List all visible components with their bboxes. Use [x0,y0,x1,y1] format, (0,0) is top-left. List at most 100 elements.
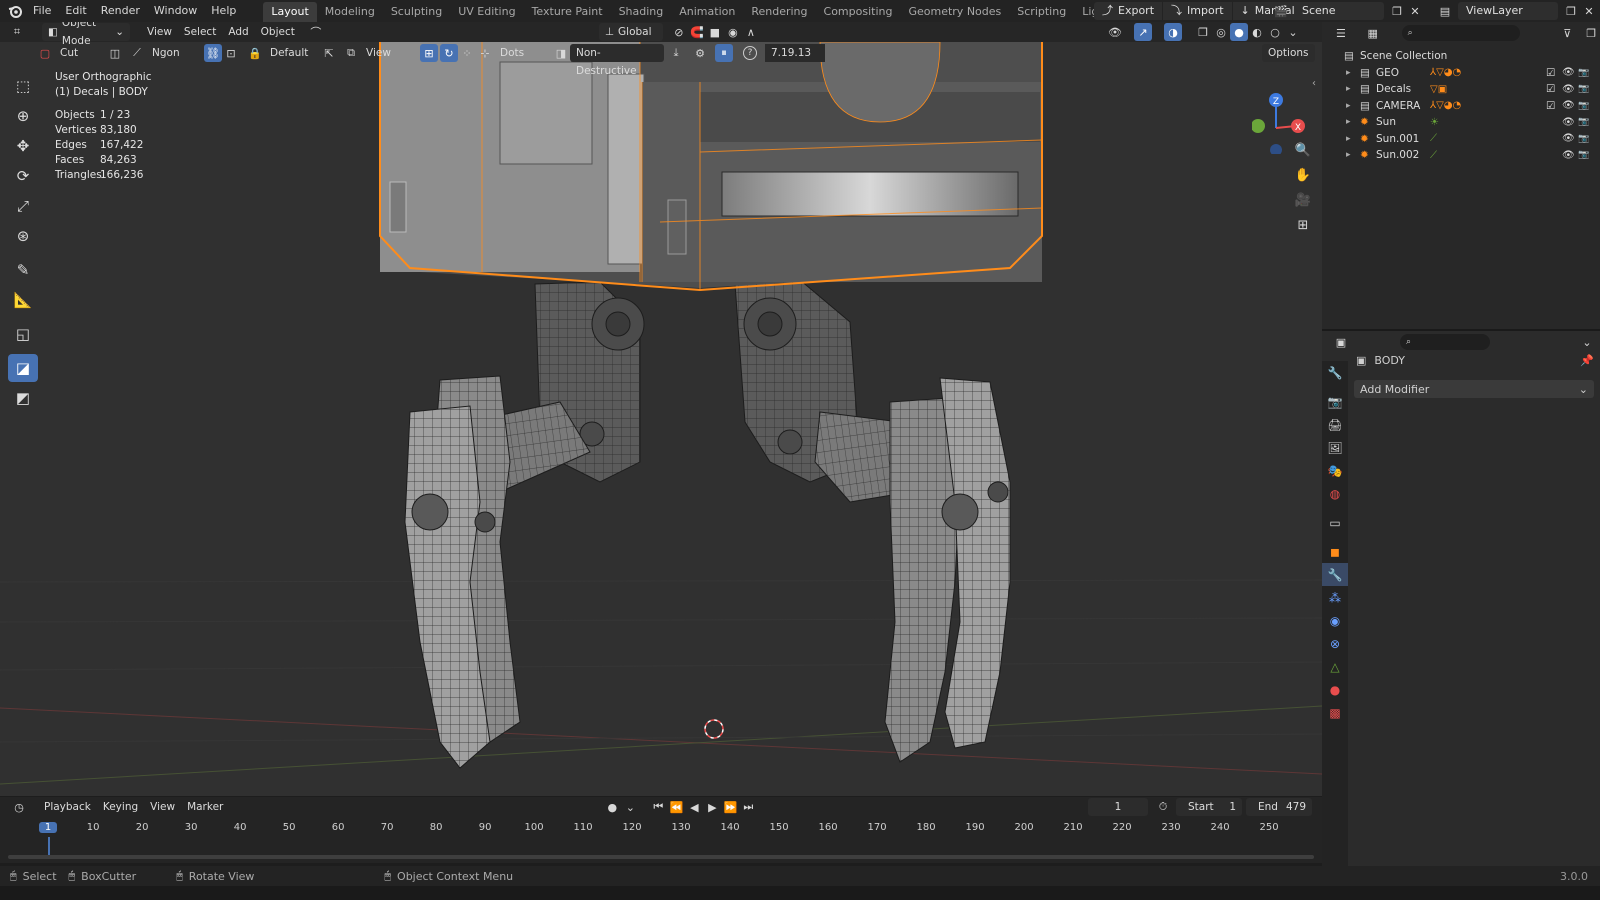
properties-search-input[interactable]: ⌕ [1400,334,1490,350]
camera-render-icon[interactable]: 📷 [1578,134,1589,144]
link-icon[interactable]: ⛓ [204,44,222,62]
measure-tool-icon[interactable]: 📐 [8,286,38,314]
menu-edit[interactable]: Edit [58,0,93,22]
scene-name-field[interactable]: Scene [1294,2,1384,20]
overlay-toggle-icon[interactable]: ◑ [1164,23,1182,41]
menu-help[interactable]: Help [204,0,243,22]
boxcutter-tool-button-icon[interactable]: ◪ [8,354,38,382]
gizmo-toggle-icon[interactable]: ↗ [1134,23,1152,41]
toolbar-options-icon[interactable]: ⌒ [307,23,325,41]
workspace-tab-modeling[interactable]: Modeling [317,2,383,22]
workspace-tab-compositing[interactable]: Compositing [816,2,901,22]
remove-view-layer-icon[interactable]: ✕ [1580,2,1598,20]
constraints-tab-icon[interactable]: ⊗ [1322,632,1348,655]
select-box-icon[interactable]: ⬚ [8,72,38,100]
camera-render-icon[interactable]: 📷 [1578,68,1589,78]
timeline-menu-keying[interactable]: Keying [97,798,144,816]
help-icon[interactable]: ? [743,46,757,60]
viewport-menu-view[interactable]: View [141,23,178,41]
eye-icon[interactable]: 👁 [1562,150,1575,161]
timeline-menu-marker[interactable]: Marker [181,798,229,816]
add-modifier-dropdown[interactable]: Add Modifier ⌄ [1354,380,1594,398]
cursor-icon[interactable]: ⇱ [320,44,338,62]
eye-icon[interactable]: 👁 [1562,100,1575,111]
hardops-tool-icon[interactable]: ◩ [8,384,38,412]
snap-label[interactable]: Dots [494,44,552,62]
next-keyframe-icon[interactable]: ⏩ [721,798,739,816]
snap-icon[interactable]: 🧲 [688,23,706,41]
eye-icon[interactable]: 👁 [1562,117,1575,128]
perspective-grid-icon[interactable]: ⊞ [1291,213,1315,237]
move-tool-icon[interactable]: ✥ [8,132,38,160]
view-label[interactable]: View [360,44,420,62]
camera-render-icon[interactable]: 📷 [1578,84,1589,94]
object-tab-icon[interactable]: ◼ [1322,540,1348,563]
expand-arrow-icon[interactable]: ▸ [1346,134,1351,144]
workspace-tab-scripting[interactable]: Scripting [1009,2,1074,22]
stopwatch-icon[interactable]: ⏱ [1154,798,1172,816]
camera-render-icon[interactable]: 📷 [1578,117,1589,127]
new-collection-icon[interactable]: ❐ [1582,24,1600,42]
workspace-tab-animation[interactable]: Animation [671,2,743,22]
mode-toggle-icon[interactable]: ◨ [552,44,570,62]
remove-scene-icon[interactable]: ✕ [1406,2,1424,20]
jump-start-icon[interactable]: ⏮ [649,798,667,816]
timeline-ruler[interactable]: 1 10 20 30 40 50 60 70 80 90 100 110 120 130 140 150 160… [0,819,1322,855]
view-layer-icon[interactable]: ▤ [1436,2,1454,20]
outliner-item-decals[interactable]: ▸ ▤ Decals ▽▣ ☑ 👁 📷 [1322,81,1600,98]
import-button[interactable]: ⤵ Import [1163,2,1232,20]
expand-arrow-icon[interactable]: ▸ [1346,84,1351,94]
material-shading-icon[interactable]: ◐ [1248,23,1266,41]
playhead-line[interactable] [48,837,50,855]
preset-label[interactable]: Default [264,44,320,62]
snap-target-icon[interactable]: ■ [706,23,724,41]
timeline-menu-view[interactable]: View [144,798,181,816]
properties-editor-icon[interactable]: ▣ [1332,333,1350,351]
camera-render-icon[interactable]: 📷 [1578,150,1589,160]
view-align-icon[interactable]: ⧉ [342,44,360,62]
wireframe-shading-icon[interactable]: ◎ [1212,23,1230,41]
timeline-menu-playback[interactable]: Playback [38,798,97,816]
pin-icon[interactable]: 📌 [1580,354,1594,367]
origin-icon[interactable]: ⊡ [222,44,240,62]
editor-type-icon[interactable]: ⌗ [8,23,26,41]
add-cube-tool-icon[interactable]: ◱ [8,320,38,348]
shading-options-icon[interactable]: ⌄ [1284,23,1302,41]
rotate-snap-icon[interactable]: ↻ [440,44,458,62]
view-layer-field[interactable]: ViewLayer [1458,2,1558,20]
sidebar-toggle-icon[interactable]: ‹ [1312,78,1316,89]
exclude-checkbox-icon[interactable]: ☑ [1546,83,1555,95]
rotate-tool-icon[interactable]: ⟳ [8,162,38,190]
outliner-editor-icon[interactable]: ☰ [1332,24,1350,42]
timeline-scrollbar[interactable] [8,855,1314,859]
3d-viewport[interactable]: ⌗ ◧ Object Mode ⌄ View Select Add Object ⌒ … [0,22,1322,796]
visibility-icon[interactable]: 👁 [1106,23,1124,41]
new-view-layer-icon[interactable]: ❐ [1562,2,1580,20]
workspace-tab-geometry-nodes[interactable]: Geometry Nodes [900,2,1009,22]
eye-icon[interactable]: 👁 [1562,133,1575,144]
viewport-menu-object[interactable]: Object [255,23,301,41]
mode-dropdown[interactable]: ◧ Object Mode ⌄ [42,22,130,47]
scene-icon[interactable]: 🎬 [1272,2,1290,20]
menu-file[interactable]: File [26,0,58,22]
display-mode-icon[interactable]: ▦ [1364,24,1382,42]
play-icon[interactable]: ▶ [703,798,721,816]
solid-shading-icon[interactable]: ● [1230,23,1248,41]
keying-dropdown-icon[interactable]: ⌄ [621,798,639,816]
pivot-icon[interactable]: ⊘ [670,23,688,41]
outliner-item-sun-001[interactable]: ▸ ✹ Sun.001 ⟋ 👁 📷 [1322,131,1600,148]
falloff-icon[interactable]: ∧ [742,23,760,41]
scene-tab-icon[interactable]: 🎭 [1322,459,1348,482]
view-layer-tab-icon[interactable]: 🖼 [1322,436,1348,459]
jump-end-icon[interactable]: ⏭ [739,798,757,816]
expand-arrow-icon[interactable]: ▸ [1346,101,1351,111]
apply-icon[interactable]: ⤓ [667,44,685,62]
eye-icon[interactable]: 👁 [1562,84,1575,95]
world-tab-icon[interactable]: ◍ [1322,482,1348,505]
snap-points-icon[interactable]: ⁘ [458,44,476,62]
proportional-edit-icon[interactable]: ◉ [724,23,742,41]
options-dropdown[interactable]: Options [1262,44,1315,62]
camera-render-icon[interactable]: 📷 [1578,101,1589,111]
cut-mode-icon[interactable]: ◫ [106,44,124,62]
scene-collection-row[interactable]: ▤ Scene Collection [1322,48,1600,65]
